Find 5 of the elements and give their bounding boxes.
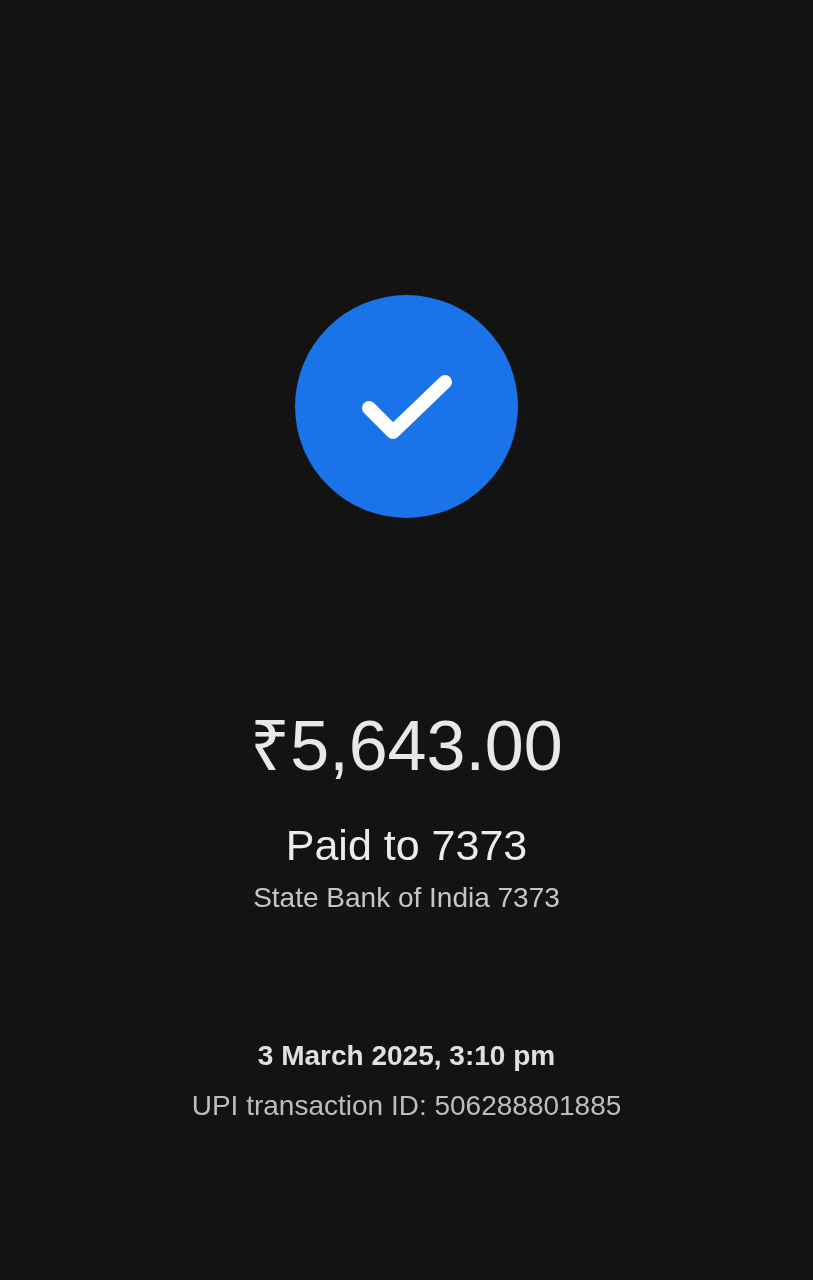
recipient-text: Paid to 7373	[285, 822, 528, 868]
account-text: State Bank of India 7373	[253, 882, 560, 914]
amount-text: ₹5,643.00	[250, 710, 563, 782]
transaction-id-text: UPI transaction ID: 506288801885	[191, 1090, 622, 1122]
datetime-text: 3 March 2025, 3:10 pm	[257, 1040, 556, 1072]
